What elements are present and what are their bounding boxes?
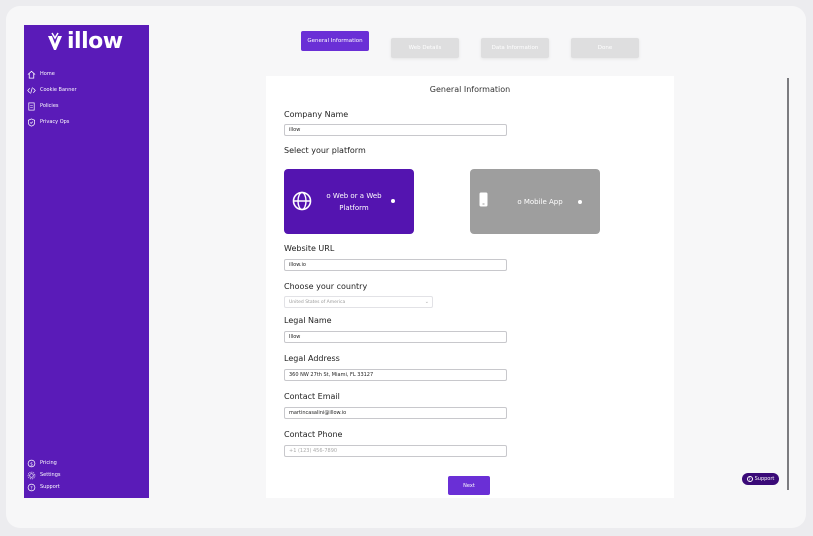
contact-email-label: Contact Email — [284, 392, 340, 401]
dollar-icon: $ — [27, 459, 36, 467]
sidebar-item-label: Cookie Banner — [40, 87, 77, 93]
sidebar-item-privacy-ops[interactable]: Privacy Ops — [27, 114, 145, 130]
sidebar-item-label: Support — [40, 484, 60, 490]
website-url-field[interactable]: illow.io — [284, 259, 507, 271]
sidebar: illow Home Cookie Banner Policies Privac… — [24, 25, 149, 498]
sidebar-item-label: Pricing — [40, 460, 57, 466]
platform-mobile-option[interactable]: o Mobile App — [470, 169, 600, 234]
contact-phone-field[interactable]: +1 (123) 456-7890 — [284, 445, 507, 457]
legal-name-field[interactable]: Illow — [284, 331, 507, 343]
platform-web-option[interactable]: o Web or a Web Platform — [284, 169, 414, 234]
support-button[interactable]: ? Support — [742, 473, 779, 485]
platform-web-label: o Web or a Web Platform — [326, 192, 382, 212]
support-button-label: Support — [754, 476, 775, 482]
code-icon — [27, 86, 36, 94]
general-information-form: General Information Company Name illow S… — [266, 76, 674, 498]
app-window: illow Home Cookie Banner Policies Privac… — [6, 6, 806, 528]
sidebar-item-cookie-banner[interactable]: Cookie Banner — [27, 82, 145, 98]
company-name-field[interactable]: illow — [284, 124, 507, 136]
sidebar-item-label: Privacy Ops — [40, 119, 70, 125]
help-icon: ? — [27, 483, 36, 491]
shield-icon — [27, 118, 36, 126]
sidebar-item-label: Settings — [40, 472, 61, 478]
legal-name-label: Legal Name — [284, 316, 332, 325]
next-button[interactable]: Next — [448, 476, 490, 495]
step-done[interactable]: Done — [571, 38, 639, 58]
sidebar-item-settings[interactable]: Settings — [27, 469, 145, 481]
platform-mobile-label: o Mobile App — [517, 198, 563, 206]
contact-phone-label: Contact Phone — [284, 430, 343, 439]
document-icon — [28, 102, 35, 110]
svg-text:$: $ — [30, 461, 33, 467]
globe-icon — [292, 191, 312, 211]
website-url-label: Website URL — [284, 244, 335, 253]
step-data-information[interactable]: Data Information — [481, 38, 549, 58]
sidebar-item-policies[interactable]: Policies — [27, 98, 145, 114]
smartphone-icon — [479, 192, 488, 207]
sidebar-nav: Home Cookie Banner Policies Privacy Ops — [27, 66, 145, 130]
legal-address-field[interactable]: 360 NW 27th St, Miami, FL 33127 — [284, 369, 507, 381]
step-general-information[interactable]: General Information — [301, 31, 369, 51]
country-select-value: United States of America — [289, 300, 346, 305]
gear-icon — [27, 471, 36, 479]
sidebar-bottom-nav: $ Pricing Settings ? Support — [27, 457, 145, 493]
chevron-down-icon: ⌄ — [424, 299, 429, 305]
contact-email-field[interactable]: martincasalini@illow.io — [284, 407, 507, 419]
stepper: General Information Web Details Data Inf… — [6, 31, 806, 61]
company-name-label: Company Name — [284, 110, 349, 119]
sidebar-item-support[interactable]: ? Support — [27, 481, 145, 493]
sidebar-item-label: Home — [40, 71, 55, 77]
home-icon — [27, 70, 36, 79]
country-select[interactable]: United States of America ⌄ — [284, 296, 433, 308]
platform-web-radio — [391, 199, 395, 203]
step-web-details[interactable]: Web Details — [391, 38, 459, 58]
legal-address-label: Legal Address — [284, 354, 340, 363]
sidebar-item-home[interactable]: Home — [27, 66, 145, 82]
sidebar-item-label: Policies — [40, 103, 59, 109]
platform-label: Select your platform — [284, 146, 366, 155]
form-title: General Information — [429, 85, 511, 94]
help-icon: ? — [746, 476, 753, 482]
scrollbar[interactable] — [787, 78, 789, 490]
platform-mobile-radio — [578, 200, 582, 204]
country-label: Choose your country — [284, 282, 368, 291]
sidebar-item-pricing[interactable]: $ Pricing — [27, 457, 145, 469]
